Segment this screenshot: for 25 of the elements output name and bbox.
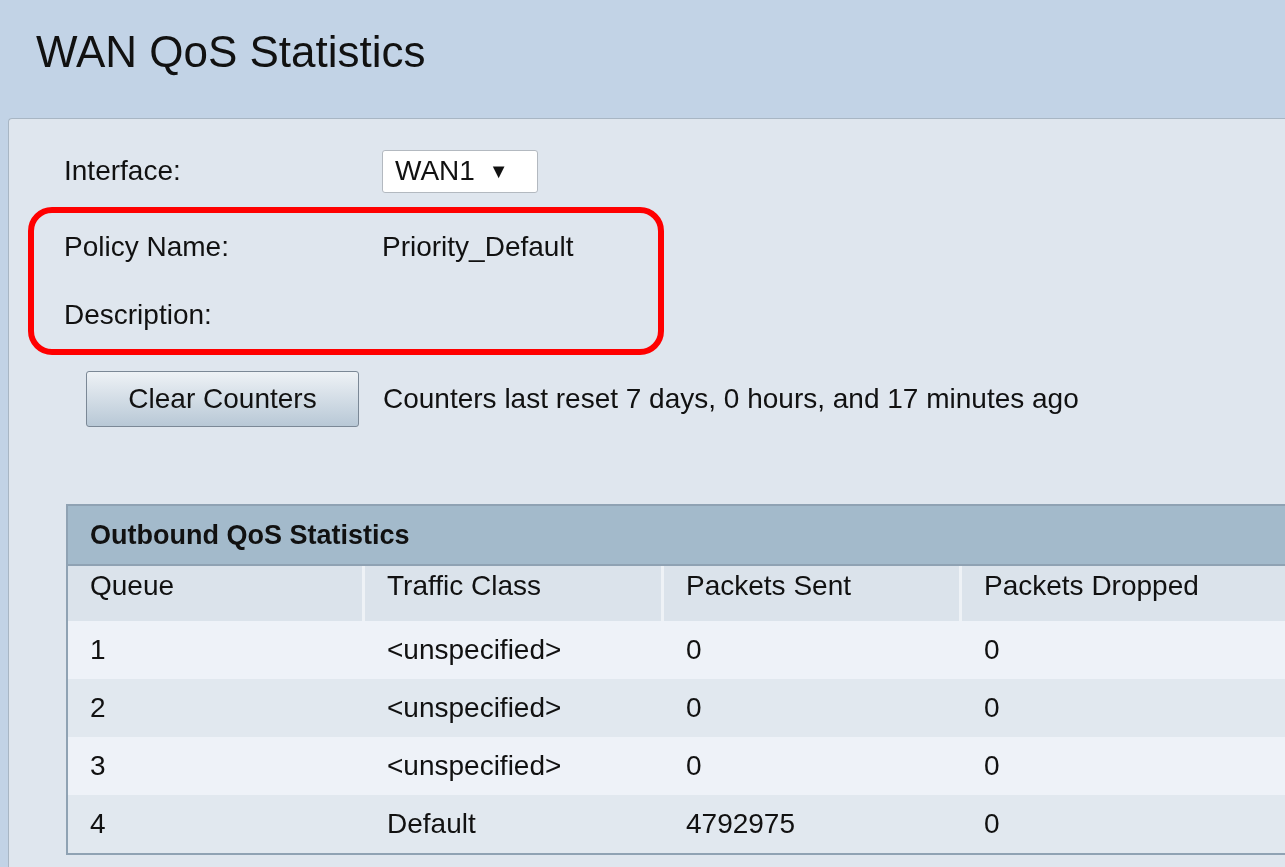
table-cell-text: 4 — [89, 808, 107, 840]
table-title: Outbound QoS Statistics — [68, 506, 1285, 566]
table-cell-text: 0 — [983, 634, 1001, 666]
field-value: Priority_Default — [382, 231, 574, 263]
field-label: Interface: — [64, 155, 182, 187]
window-title: WAN QoS Statistics — [36, 30, 426, 74]
table-cell-text: 3 — [89, 750, 107, 782]
table-cell-text: 0 — [983, 808, 1001, 840]
table-cell-text: <unspecified> — [386, 750, 563, 782]
table-cell-text: <unspecified> — [386, 692, 563, 724]
clear-counters-button[interactable]: Clear Counters — [86, 371, 359, 427]
field-label: Policy Name: — [64, 231, 230, 263]
reset-status-text: Counters last reset 7 days, 0 hours, and 17 minutes ago — [383, 383, 1079, 415]
interface-dropdown[interactable]: WAN1 ▼ — [382, 149, 538, 193]
table-cell-text: 0 — [983, 692, 1001, 724]
table-cell-text: 0 — [685, 692, 703, 724]
field-label: Description: — [64, 299, 213, 331]
table-cell-text: 0 — [685, 634, 703, 666]
table-cell-text: 2 — [89, 692, 107, 724]
table-cell-text: <unspecified> — [386, 634, 563, 666]
table-cell-text: Default — [386, 808, 477, 840]
table-cell-text: 0 — [983, 750, 1001, 782]
table-cell-text: 4792975 — [685, 808, 796, 840]
table-cell-text: 0 — [685, 750, 703, 782]
table-cell-text: 1 — [89, 634, 107, 666]
